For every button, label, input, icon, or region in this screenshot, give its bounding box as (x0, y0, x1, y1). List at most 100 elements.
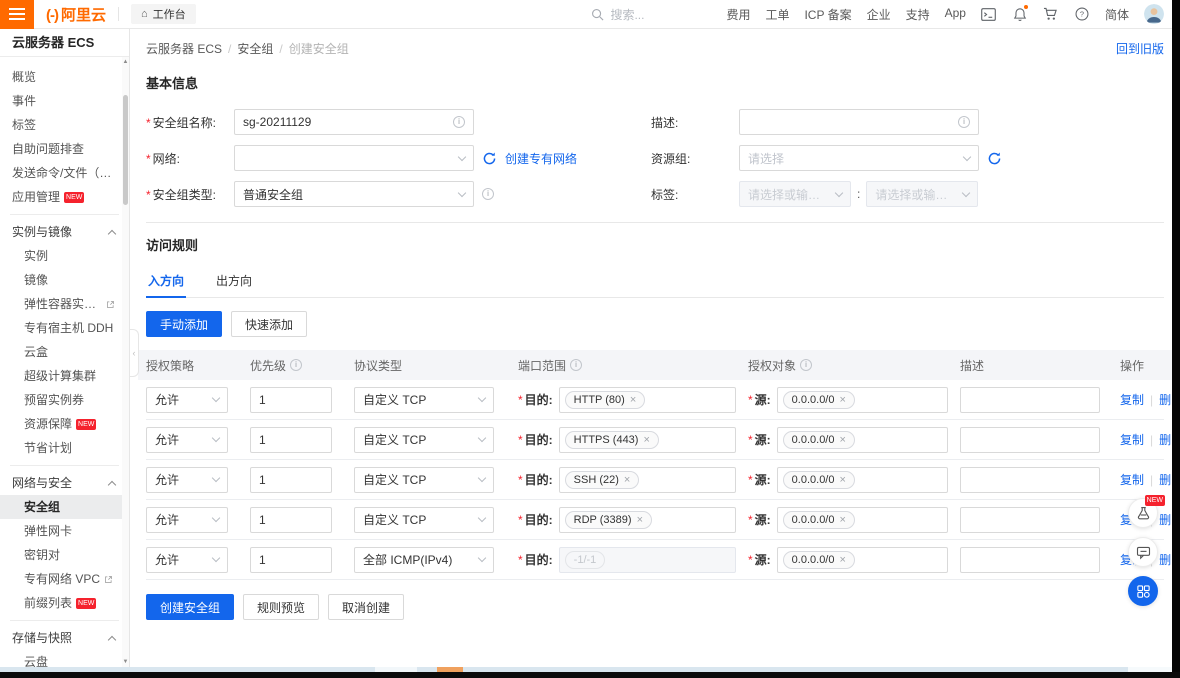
remove-tag-icon[interactable]: × (840, 394, 846, 406)
description-field[interactable] (748, 115, 958, 129)
beaker-button[interactable]: NEW (1128, 498, 1158, 528)
console-icon[interactable] (981, 6, 997, 22)
refresh-icon[interactable] (987, 151, 1002, 166)
sidebar-item[interactable]: 实例 (0, 244, 129, 268)
rule-description-input[interactable] (960, 547, 1100, 573)
policy-select[interactable]: 允许 (146, 387, 228, 413)
sidebar-section[interactable]: 实例与镜像 (0, 220, 129, 244)
tab-inbound[interactable]: 入方向 (146, 266, 186, 297)
priority-input[interactable] (250, 507, 332, 533)
quick-add-button[interactable]: 快速添加 (231, 311, 307, 337)
copy-link[interactable]: 复制 (1120, 471, 1144, 488)
language-switch[interactable]: 简体 (1105, 6, 1129, 23)
breadcrumb-item[interactable]: 云服务器 ECS (146, 42, 222, 56)
notification-bell-icon[interactable] (1012, 6, 1028, 22)
port-range-input[interactable]: HTTPS (443)× (559, 427, 736, 453)
sidebar-item[interactable]: 密钥对 (0, 543, 129, 567)
alibaba-cloud-logo[interactable]: (-) 阿里云 (46, 4, 106, 25)
back-to-old-version-link[interactable]: 回到旧版 (1116, 40, 1164, 57)
rule-description-input[interactable] (960, 467, 1100, 493)
sidebar-item[interactable]: 专有宿主机 DDH (0, 316, 129, 340)
avatar[interactable] (1144, 4, 1164, 24)
cancel-create-button[interactable]: 取消创建 (328, 594, 404, 620)
sidebar-item[interactable]: 云盒 (0, 340, 129, 364)
policy-select[interactable]: 允许 (146, 507, 228, 533)
port-range-input[interactable]: -1/-1 (559, 547, 736, 573)
sidebar-section[interactable]: 存储与快照 (0, 626, 129, 650)
port-range-input[interactable]: SSH (22)× (559, 467, 736, 493)
resource-group-select[interactable]: 请选择 (739, 145, 979, 171)
sidebar-item-security-groups[interactable]: 安全组 (0, 495, 129, 519)
protocol-select[interactable]: 自定义 TCP (354, 507, 494, 533)
source-input[interactable]: 0.0.0.0/0× (777, 427, 948, 453)
sidebar-item[interactable]: 弹性网卡 (0, 519, 129, 543)
rule-preview-button[interactable]: 规则预览 (243, 594, 319, 620)
feedback-button[interactable] (1128, 537, 1158, 567)
scroll-down-arrow-icon[interactable]: ▼ (122, 659, 129, 665)
remove-tag-icon[interactable]: × (624, 474, 630, 486)
remove-tag-icon[interactable]: × (840, 434, 846, 446)
topnav-item[interactable]: ICP 备案 (804, 6, 851, 23)
description-input[interactable]: i (739, 109, 979, 135)
security-group-name-field[interactable] (243, 115, 453, 129)
refresh-icon[interactable] (482, 151, 497, 166)
sidebar-item[interactable]: 发送命令/文件（云助手） (0, 161, 129, 185)
remove-tag-icon[interactable]: × (840, 554, 846, 566)
search-input[interactable]: 搜索... (591, 6, 711, 23)
sidebar-scrollbar[interactable]: ▲ ▼ (122, 57, 129, 667)
rule-description-input[interactable] (960, 387, 1100, 413)
priority-input[interactable] (250, 427, 332, 453)
sidebar-item[interactable]: 应用管理NEW (0, 185, 129, 209)
policy-select[interactable]: 允许 (146, 467, 228, 493)
copy-link[interactable]: 复制 (1120, 391, 1144, 408)
rule-description-input[interactable] (960, 507, 1100, 533)
security-group-name-input[interactable]: i (234, 109, 474, 135)
topnav-item[interactable]: 费用 (726, 6, 750, 23)
priority-input[interactable] (250, 547, 332, 573)
priority-input[interactable] (250, 467, 332, 493)
sidebar-item[interactable]: 事件 (0, 89, 129, 113)
manual-add-button[interactable]: 手动添加 (146, 311, 222, 337)
apps-panel-button[interactable] (1128, 576, 1158, 606)
remove-tag-icon[interactable]: × (643, 434, 649, 446)
protocol-select[interactable]: 自定义 TCP (354, 427, 494, 453)
source-input[interactable]: 0.0.0.0/0× (777, 507, 948, 533)
sidebar-item[interactable]: 镜像 (0, 268, 129, 292)
source-input[interactable]: 0.0.0.0/0× (777, 387, 948, 413)
sidebar-item[interactable]: 云盘 (0, 650, 129, 667)
remove-tag-icon[interactable]: × (840, 474, 846, 486)
remove-tag-icon[interactable]: × (637, 514, 643, 526)
topnav-item[interactable]: 工单 (765, 6, 789, 23)
network-select[interactable] (234, 145, 474, 171)
sidebar-item[interactable]: 超级计算集群 (0, 364, 129, 388)
cart-icon[interactable] (1043, 6, 1059, 22)
port-range-input[interactable]: HTTP (80)× (559, 387, 736, 413)
sidebar-item[interactable]: 自助问题排查 (0, 137, 129, 161)
copy-link[interactable]: 复制 (1120, 431, 1144, 448)
topnav-item[interactable]: 支持 (906, 6, 930, 23)
security-group-type-select[interactable]: 普通安全组 (234, 181, 474, 207)
rule-description-input[interactable] (960, 427, 1100, 453)
remove-tag-icon[interactable]: × (630, 394, 636, 406)
topnav-item[interactable]: App (945, 6, 966, 23)
workbench-button[interactable]: ⌂ 工作台 (131, 4, 196, 24)
sidebar-item[interactable]: 节省计划 (0, 436, 129, 460)
protocol-select[interactable]: 自定义 TCP (354, 387, 494, 413)
breadcrumb-item[interactable]: 安全组 (237, 42, 273, 56)
menu-icon[interactable] (0, 0, 34, 29)
port-range-input[interactable]: RDP (3389)× (559, 507, 736, 533)
topnav-item[interactable]: 企业 (867, 6, 891, 23)
sidebar-section[interactable]: 网络与安全 (0, 471, 129, 495)
scrollbar-thumb[interactable] (123, 95, 128, 205)
source-input[interactable]: 0.0.0.0/0× (777, 467, 948, 493)
priority-input[interactable] (250, 387, 332, 413)
sidebar-collapse-handle[interactable]: ‹ (130, 329, 139, 377)
protocol-select[interactable]: 自定义 TCP (354, 467, 494, 493)
create-security-group-button[interactable]: 创建安全组 (146, 594, 234, 620)
tag-value-select[interactable]: 请选择或输入完整的... (866, 181, 978, 207)
sidebar-item[interactable]: 概览 (0, 65, 129, 89)
sidebar-item[interactable]: 预留实例券 (0, 388, 129, 412)
protocol-select[interactable]: 全部 ICMP(IPv4) (354, 547, 494, 573)
sidebar-item[interactable]: 前缀列表NEW (0, 591, 129, 615)
remove-tag-icon[interactable]: × (840, 514, 846, 526)
